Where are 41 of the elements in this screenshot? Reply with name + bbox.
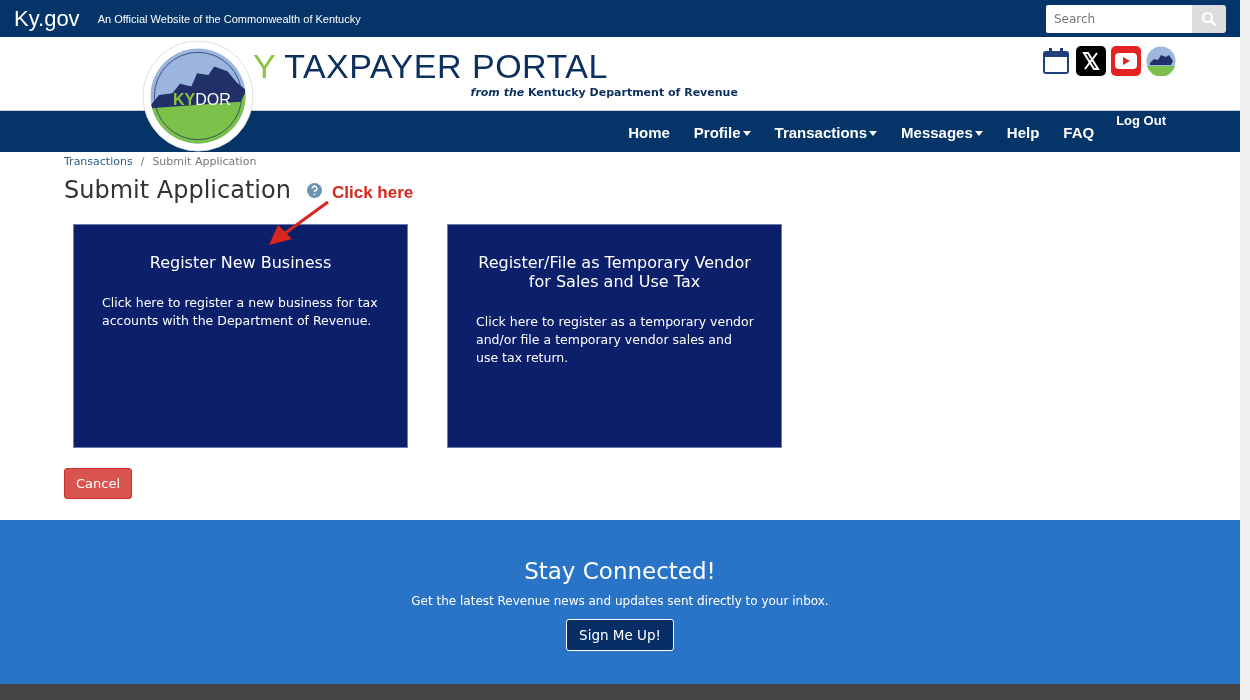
card-title: Register New Business [148,253,333,272]
nav-menu-item[interactable]: Help [994,111,1052,152]
search-field[interactable]: Search [1046,4,1192,33]
caret-icon [974,131,983,136]
annotation-label: Click here [332,183,414,203]
nav-menu-item[interactable]: Home [616,111,682,152]
card-title: Register/File as Temporary Vendor for Sales and Use Tax [478,253,751,291]
card-text: Click here to register as a temporary vendor and/or file a temporary vendor sales and use tax return. [476,313,755,367]
nav-menu-item[interactable]: Messages [889,111,995,152]
search-icon [1201,10,1217,27]
portal-title: TAXPAYER PORTAL [284,47,608,86]
footer-title: Stay Connected! [524,558,716,584]
nav-menu-item[interactable]: Profile [681,111,763,152]
tagline: An Official Website of the Commonwealth of Kentucky [97,12,361,25]
logo-text: DOR [195,91,231,109]
sign-up-button[interactable]: Sign Me Up! [566,619,674,651]
calendar-icon[interactable] [1041,46,1071,76]
title-letter: Y [253,47,277,86]
page-title: Submit Application [64,176,291,204]
breadcrumb-separator: / [140,155,145,168]
video-play-icon[interactable] [1111,46,1141,76]
caret-icon [742,131,751,136]
nav-menu-item[interactable]: Transactions [762,111,890,152]
card-text: Click here to register a new business for tax accounts with the Department of Revenue. [102,294,379,330]
footer-text: Get the latest Revenue news and updates sent directly to your inbox. [411,594,829,608]
portal-subtitle: from the Kentucky Department of Revenue [470,86,738,99]
application-card[interactable]: Register New Business Click here to register a new business for tax accounts with the Department of Revenue. [73,224,408,448]
site-name[interactable]: Ky.gov [14,5,80,32]
cancel-button[interactable]: Cancel [64,468,133,499]
x-logo-icon[interactable] [1076,46,1106,76]
help-icon[interactable] [306,182,322,198]
scrollbar[interactable] [1240,0,1250,700]
breadcrumb-link[interactable]: Transactions [64,155,133,168]
caret-icon [869,131,878,136]
breadcrumb-current: Submit Application [152,155,257,168]
search-button[interactable] [1192,4,1226,33]
logout-link[interactable]: Log Out [1106,111,1166,152]
state-map-icon[interactable] [1146,46,1176,76]
logo-text: KY [173,91,196,109]
application-card[interactable]: Register/File as Temporary Vendor for Sales and Use Tax Click here to register as a temporary vendor and/or file a temporary vendor sales and use tax return. [447,224,782,448]
nav-menu-item[interactable]: FAQ [1051,111,1107,152]
